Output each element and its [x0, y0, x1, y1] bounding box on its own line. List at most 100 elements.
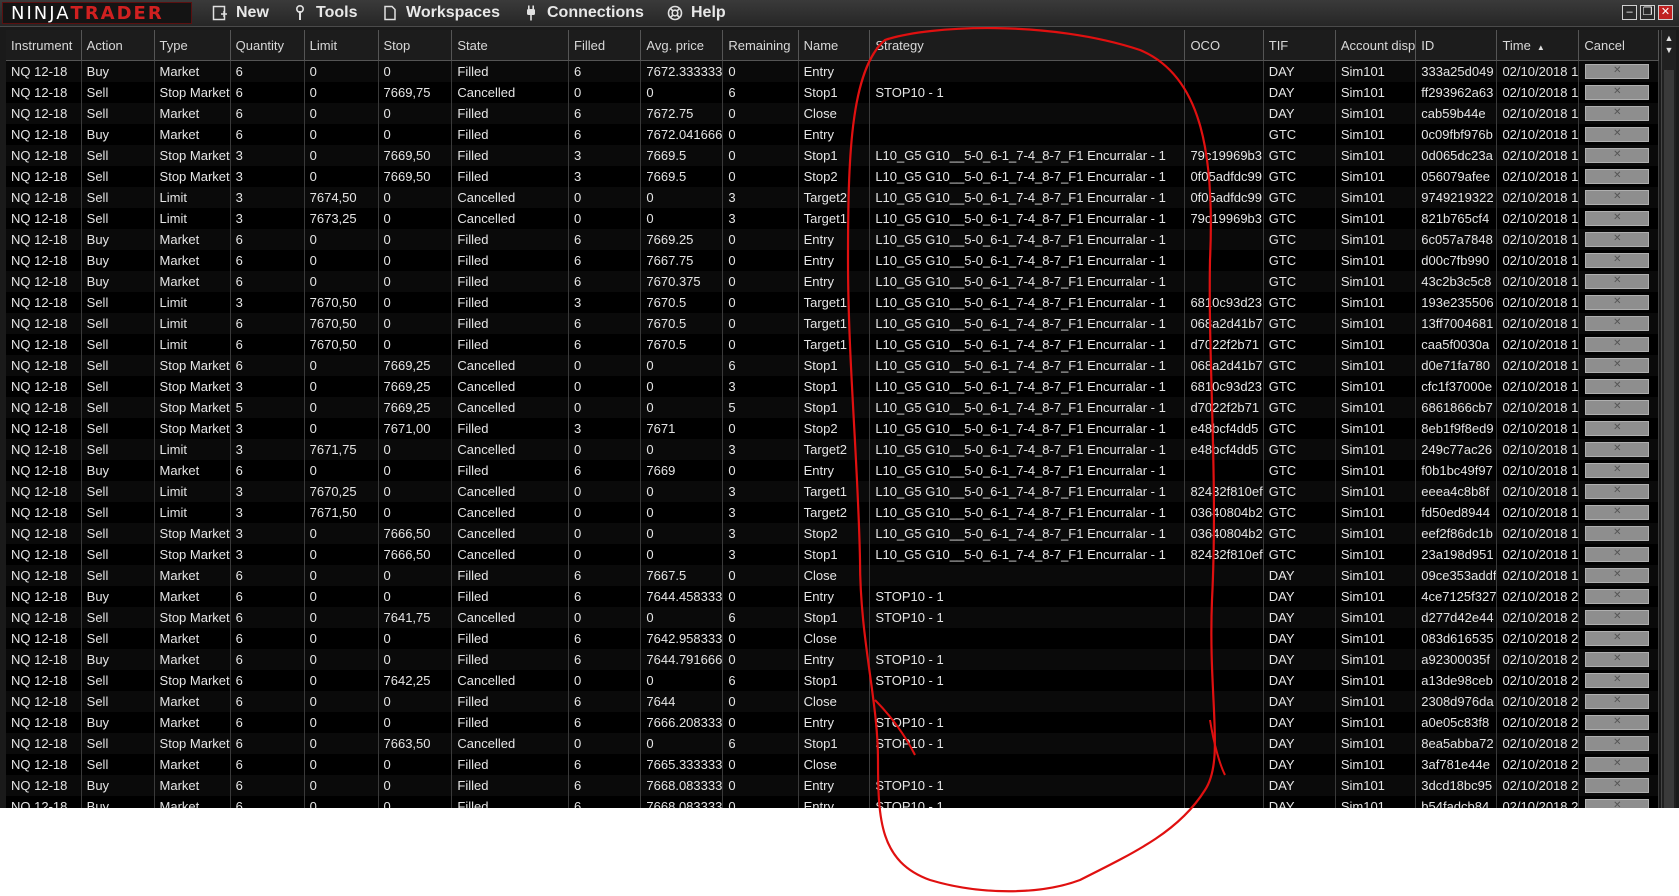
table-row[interactable]: NQ 12-18 Sell Stop Market 3 0 7669,25 Cancelle…: [6, 376, 1659, 397]
table-row[interactable]: NQ 12-18 Buy Market 6 0 0 Filled 6 7672.333333 0 E…: [6, 60, 1659, 82]
column-header-cancel[interactable]: Cancel: [1578, 30, 1659, 61]
cancel-order-button[interactable]: ✕: [1585, 610, 1650, 625]
column-header-filled[interactable]: Filled: [568, 30, 642, 61]
column-header-state[interactable]: State: [451, 30, 570, 61]
column-header-limit[interactable]: Limit: [304, 30, 379, 61]
column-header-strategy[interactable]: Strategy: [869, 30, 1186, 61]
table-row[interactable]: NQ 12-18 Sell Limit 6 7670,50 0 Filled 6 7670.5 0…: [6, 334, 1659, 355]
table-row[interactable]: NQ 12-18 Buy Market 6 0 0 Filled 6 7668.083333 0 E…: [6, 796, 1659, 808]
table-row[interactable]: NQ 12-18 Buy Market 6 0 0 Filled 6 7666.208333 0 E…: [6, 712, 1659, 733]
cancel-order-button[interactable]: ✕: [1585, 715, 1650, 730]
cancel-order-button[interactable]: ✕: [1585, 799, 1650, 808]
cancel-order-button[interactable]: ✕: [1585, 442, 1650, 457]
close-button[interactable]: ✕: [1658, 5, 1673, 20]
scrollbar-thumb[interactable]: [1664, 70, 1674, 808]
minimize-button[interactable]: –: [1622, 5, 1637, 20]
table-row[interactable]: NQ 12-18 Sell Limit 3 7671,75 0 Cancelled 0 0 3 Ta…: [6, 439, 1659, 460]
scroll-down-arrow-icon[interactable]: ▼: [1662, 44, 1676, 56]
table-row[interactable]: NQ 12-18 Sell Stop Market 3 0 7669,50 Filled 3 7…: [6, 145, 1659, 166]
menu-new[interactable]: New: [212, 3, 269, 23]
table-row[interactable]: NQ 12-18 Sell Stop Market 5 0 7669,25 Cancelle…: [6, 397, 1659, 418]
table-row[interactable]: NQ 12-18 Sell Market 6 0 0 Filled 6 7644 0 Close DA…: [6, 691, 1659, 712]
table-row[interactable]: NQ 12-18 Sell Limit 6 7670,50 0 Filled 6 7670.5 0…: [6, 313, 1659, 334]
table-row[interactable]: NQ 12-18 Sell Stop Market 3 0 7666,50 Cancelle…: [6, 544, 1659, 565]
cancel-order-button[interactable]: ✕: [1585, 652, 1650, 667]
table-row[interactable]: NQ 12-18 Sell Stop Market 6 0 7669,25 Cancelle…: [6, 355, 1659, 376]
column-header-account-disp[interactable]: Account disp: [1335, 30, 1417, 61]
table-row[interactable]: NQ 12-18 Buy Market 6 0 0 Filled 6 7644.458333 0 E…: [6, 586, 1659, 607]
cancel-order-button[interactable]: ✕: [1585, 211, 1650, 226]
table-row[interactable]: NQ 12-18 Sell Limit 3 7671,50 0 Cancelled 0 0 3 Ta…: [6, 502, 1659, 523]
cancel-order-button[interactable]: ✕: [1585, 85, 1650, 100]
table-row[interactable]: NQ 12-18 Buy Market 6 0 0 Filled 6 7669 0 Entry L10…: [6, 460, 1659, 481]
table-row[interactable]: NQ 12-18 Sell Market 6 0 0 Filled 6 7665.333333 0…: [6, 754, 1659, 775]
cancel-order-button[interactable]: ✕: [1585, 421, 1650, 436]
column-header-oco[interactable]: OCO: [1184, 30, 1264, 61]
cancel-order-button[interactable]: ✕: [1585, 400, 1650, 415]
vertical-scrollbar[interactable]: ▲ ▼: [1661, 30, 1676, 808]
table-row[interactable]: NQ 12-18 Sell Stop Market 3 0 7669,50 Filled 3 7…: [6, 166, 1659, 187]
cancel-order-button[interactable]: ✕: [1585, 778, 1650, 793]
cancel-order-button[interactable]: ✕: [1585, 589, 1650, 604]
cancel-order-button[interactable]: ✕: [1585, 526, 1650, 541]
column-header-stop[interactable]: Stop: [378, 30, 453, 61]
cancel-order-button[interactable]: ✕: [1585, 169, 1650, 184]
table-row[interactable]: NQ 12-18 Sell Stop Market 3 0 7671,00 Filled 3 7…: [6, 418, 1659, 439]
table-row[interactable]: NQ 12-18 Sell Market 6 0 0 Filled 6 7642.958333 0…: [6, 628, 1659, 649]
menu-help[interactable]: Help: [667, 3, 726, 23]
column-header-id[interactable]: ID: [1415, 30, 1498, 61]
column-header-avg-price[interactable]: Avg. price: [640, 30, 724, 61]
cancel-order-button[interactable]: ✕: [1585, 127, 1650, 142]
column-header-quantity[interactable]: Quantity: [230, 30, 305, 61]
cancel-order-button[interactable]: ✕: [1585, 253, 1650, 268]
menu-workspaces[interactable]: Workspaces: [382, 3, 500, 23]
cancel-order-button[interactable]: ✕: [1585, 673, 1650, 688]
table-row[interactable]: NQ 12-18 Sell Stop Market 6 0 7663,50 Cancelle…: [6, 733, 1659, 754]
cancel-order-button[interactable]: ✕: [1585, 232, 1650, 247]
column-header-remaining[interactable]: Remaining: [722, 30, 799, 61]
cancel-order-button[interactable]: ✕: [1585, 148, 1650, 163]
cancel-order-button[interactable]: ✕: [1585, 106, 1650, 121]
cancel-order-button[interactable]: ✕: [1585, 736, 1650, 751]
cancel-order-button[interactable]: ✕: [1585, 337, 1650, 352]
table-row[interactable]: NQ 12-18 Buy Market 6 0 0 Filled 6 7667.75 0 Entry…: [6, 250, 1659, 271]
table-row[interactable]: NQ 12-18 Buy Market 6 0 0 Filled 6 7644.791666 0 E…: [6, 649, 1659, 670]
table-row[interactable]: NQ 12-18 Buy Market 6 0 0 Filled 6 7668.083333 0 E…: [6, 775, 1659, 796]
table-row[interactable]: NQ 12-18 Buy Market 6 0 0 Filled 6 7670.375 0 Entr…: [6, 271, 1659, 292]
cancel-order-button[interactable]: ✕: [1585, 190, 1650, 205]
table-row[interactable]: NQ 12-18 Sell Stop Market 6 0 7669,75 Cancelle…: [6, 82, 1659, 103]
table-row[interactable]: NQ 12-18 Sell Limit 3 7674,50 0 Cancelled 0 0 3 Ta…: [6, 187, 1659, 208]
column-header-action[interactable]: Action: [81, 30, 155, 61]
column-header-type[interactable]: Type: [154, 30, 231, 61]
column-header-name[interactable]: Name: [798, 30, 871, 61]
table-row[interactable]: NQ 12-18 Sell Stop Market 6 0 7641,75 Cancelle…: [6, 607, 1659, 628]
cancel-order-button[interactable]: ✕: [1585, 64, 1650, 79]
cancel-order-button[interactable]: ✕: [1585, 358, 1650, 373]
menu-connections[interactable]: Connections: [523, 3, 644, 23]
cancel-order-button[interactable]: ✕: [1585, 379, 1650, 394]
table-row[interactable]: NQ 12-18 Sell Limit 3 7670,25 0 Cancelled 0 0 3 Ta…: [6, 481, 1659, 502]
column-header-instrument[interactable]: Instrument: [6, 30, 82, 61]
cancel-order-button[interactable]: ✕: [1585, 274, 1650, 289]
cancel-order-button[interactable]: ✕: [1585, 463, 1650, 478]
table-row[interactable]: NQ 12-18 Sell Market 6 0 0 Filled 6 7672.75 0 Clos…: [6, 103, 1659, 124]
cancel-order-button[interactable]: ✕: [1585, 694, 1650, 709]
cancel-order-button[interactable]: ✕: [1585, 568, 1650, 583]
scroll-up-arrow-icon[interactable]: ▲: [1662, 32, 1676, 44]
menu-tools[interactable]: Tools: [292, 3, 357, 23]
cancel-order-button[interactable]: ✕: [1585, 631, 1650, 646]
restore-button[interactable]: ❐: [1640, 5, 1655, 20]
cancel-order-button[interactable]: ✕: [1585, 316, 1650, 331]
cancel-order-button[interactable]: ✕: [1585, 547, 1650, 562]
table-row[interactable]: NQ 12-18 Sell Stop Market 6 0 7642,25 Cancelle…: [6, 670, 1659, 691]
table-row[interactable]: NQ 12-18 Sell Limit 3 7673,25 0 Cancelled 0 0 3 Ta…: [6, 208, 1659, 229]
cancel-order-button[interactable]: ✕: [1585, 505, 1650, 520]
cancel-order-button[interactable]: ✕: [1585, 484, 1650, 499]
table-row[interactable]: NQ 12-18 Buy Market 6 0 0 Filled 6 7672.041666 0 E…: [6, 124, 1659, 145]
column-header-time[interactable]: Time ▲: [1496, 30, 1580, 61]
table-row[interactable]: NQ 12-18 Buy Market 6 0 0 Filled 6 7669.25 0 Entry…: [6, 229, 1659, 250]
table-row[interactable]: NQ 12-18 Sell Limit 3 7670,50 0 Filled 3 7670.5 0…: [6, 292, 1659, 313]
cancel-order-button[interactable]: ✕: [1585, 757, 1650, 772]
table-row[interactable]: NQ 12-18 Sell Market 6 0 0 Filled 6 7667.5 0 Close…: [6, 565, 1659, 586]
cancel-order-button[interactable]: ✕: [1585, 295, 1650, 310]
